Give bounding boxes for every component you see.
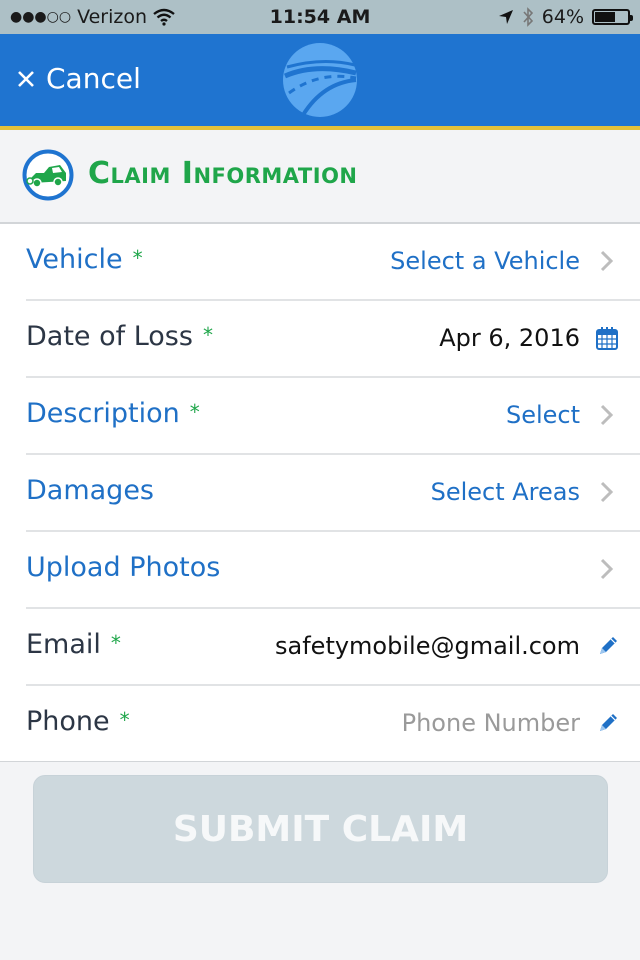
vehicle-row[interactable]: Vehicle * Select a Vehicle xyxy=(26,224,640,301)
chevron-right-icon xyxy=(600,558,614,580)
phone-field[interactable]: Phone Number xyxy=(402,709,580,737)
pencil-icon[interactable] xyxy=(596,711,618,735)
email-field[interactable]: safetymobile@gmail.com xyxy=(275,632,580,660)
nav-bar: Cancel xyxy=(0,34,640,130)
pencil-icon[interactable] xyxy=(596,634,618,658)
section-header: Claim Information xyxy=(0,130,640,224)
cancel-button[interactable]: Cancel xyxy=(16,62,141,95)
required-marker: * xyxy=(119,708,130,732)
phone-row[interactable]: Phone * Phone Number xyxy=(26,686,640,761)
battery-percent: 64% xyxy=(541,6,584,28)
chevron-right-icon xyxy=(600,481,614,503)
date-of-loss-value: Apr 6, 2016 xyxy=(439,324,580,352)
required-marker: * xyxy=(202,323,213,347)
vehicle-label: Vehicle * xyxy=(26,244,143,275)
damages-row[interactable]: Damages Select Areas xyxy=(26,455,640,532)
damages-label: Damages xyxy=(26,475,154,506)
email-label: Email * xyxy=(26,629,121,660)
vehicle-value: Select a Vehicle xyxy=(390,247,580,275)
claim-form-list: Vehicle * Select a Vehicle Date of Loss * … xyxy=(0,224,640,762)
status-bar: ●●●○○ Verizon 11:54 AM 64% xyxy=(0,0,640,34)
cancel-label: Cancel xyxy=(46,62,141,95)
section-title: Claim Information xyxy=(88,156,358,191)
battery-fill xyxy=(595,12,615,22)
description-value: Select xyxy=(505,401,580,429)
upload-photos-row[interactable]: Upload Photos xyxy=(26,532,640,609)
description-label: Description * xyxy=(26,398,200,429)
phone-label: Phone * xyxy=(26,706,130,737)
tow-truck-icon xyxy=(22,149,74,201)
description-row[interactable]: Description * Select xyxy=(26,378,640,455)
date-of-loss-label: Date of Loss * xyxy=(26,321,213,352)
chevron-right-icon xyxy=(600,404,614,426)
damages-value: Select Areas xyxy=(430,478,580,506)
bluetooth-icon xyxy=(523,7,533,27)
road-logo-icon xyxy=(283,43,357,117)
required-marker: * xyxy=(110,631,121,655)
calendar-icon[interactable] xyxy=(596,326,618,350)
upload-photos-label: Upload Photos xyxy=(26,552,221,583)
close-icon xyxy=(18,70,34,87)
required-marker: * xyxy=(189,400,200,424)
location-arrow-icon xyxy=(498,10,513,24)
required-marker: * xyxy=(132,246,143,270)
battery-icon xyxy=(592,9,633,25)
email-row[interactable]: Email * safetymobile@gmail.com xyxy=(26,609,640,686)
date-of-loss-row[interactable]: Date of Loss * Apr 6, 2016 xyxy=(26,301,640,378)
chevron-right-icon xyxy=(600,250,614,272)
submit-claim-button[interactable]: SUBMIT CLAIM xyxy=(33,775,608,883)
